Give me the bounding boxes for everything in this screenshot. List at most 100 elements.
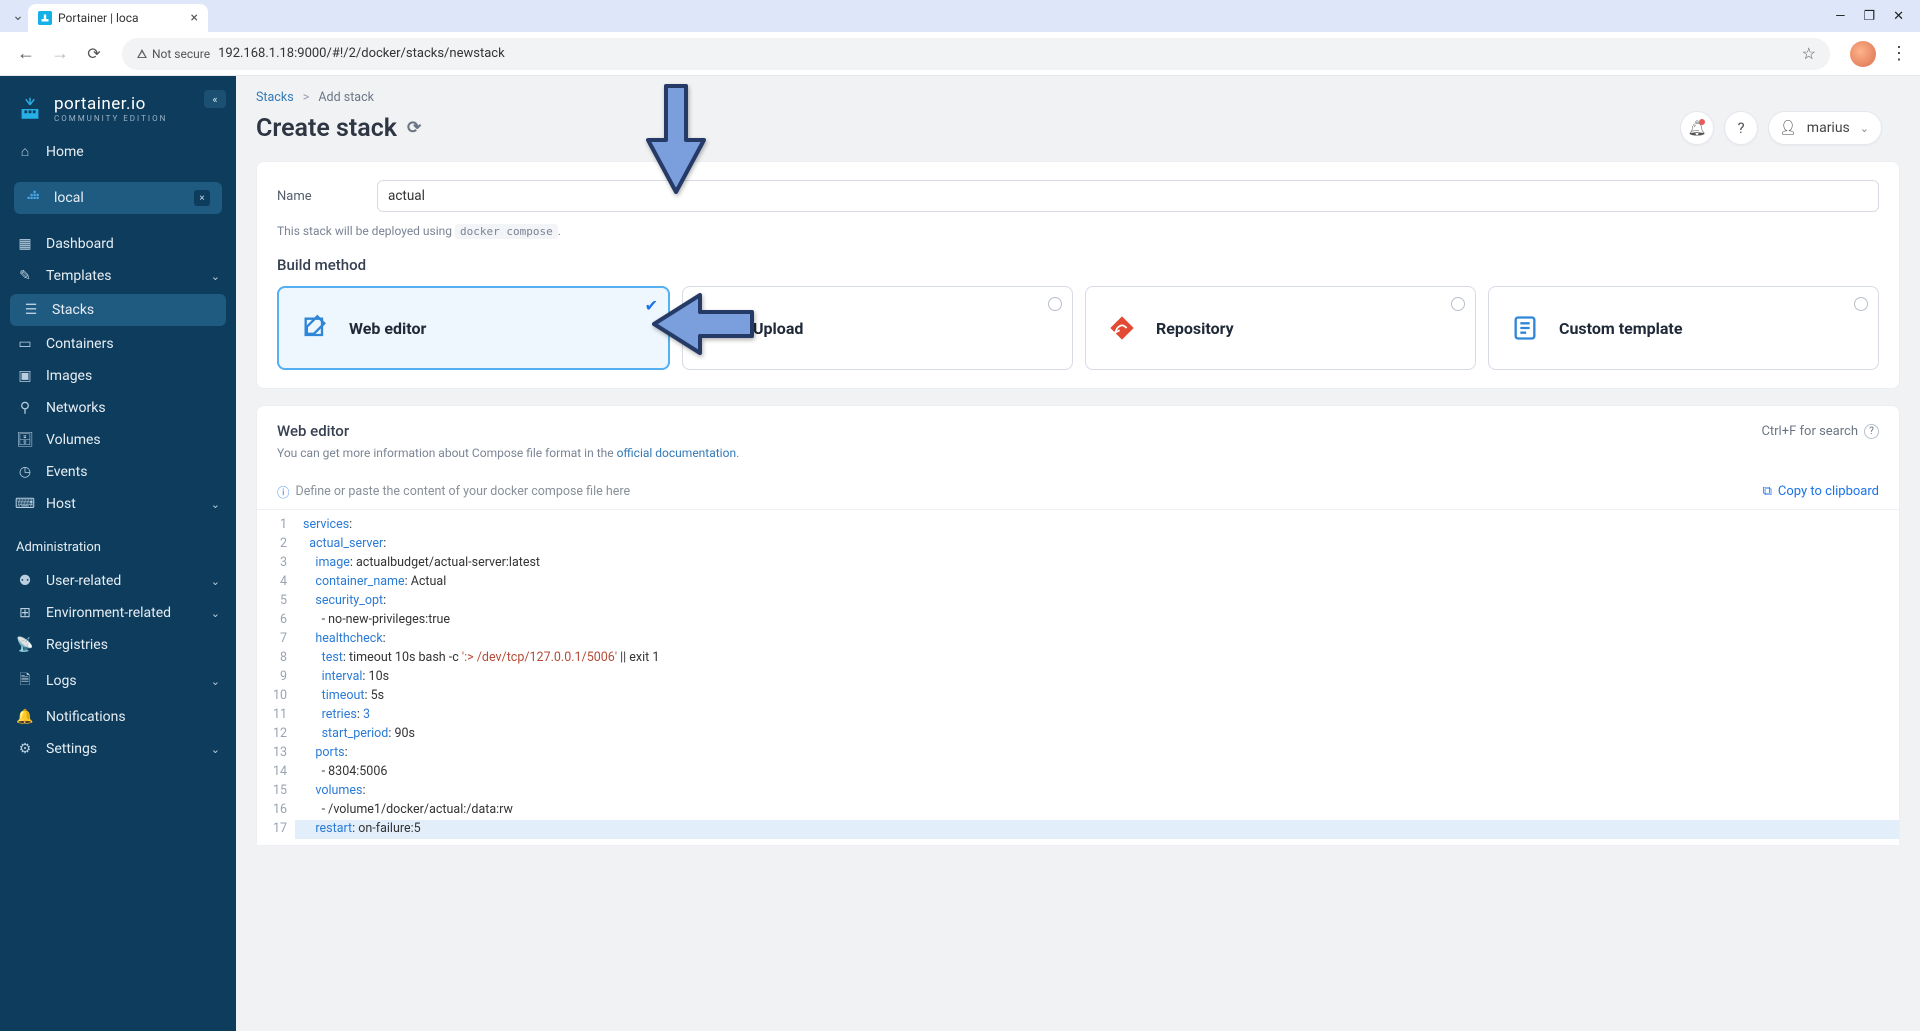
notifications-button[interactable]: 🔔︎ [1680,111,1714,145]
code-line[interactable]: security_opt: [295,592,1899,611]
security-indicator[interactable]: Not secure [136,47,210,61]
browser-menu-icon[interactable]: ⋮ [1890,43,1908,64]
sidebar-item-host[interactable]: ⌨ Host ⌄ [0,488,236,520]
sidebar-item-networks[interactable]: ⚲Networks [0,392,236,424]
sidebar-item-home[interactable]: ⌂ Home [0,135,236,168]
brand-edition: COMMUNITY EDITION [54,114,167,123]
sidebar-collapse-button[interactable]: « [204,90,226,108]
bookmark-icon[interactable]: ☆ [1802,44,1816,63]
address-bar[interactable]: Not secure 192.168.1.18:9000/#!/2/docker… [122,38,1830,70]
sidebar-item-volumes[interactable]: 🗄 Volumes [0,424,236,456]
reload-button[interactable]: ⟳ [80,40,108,68]
sidebar-admin-item-logs[interactable]: 🗎Logs⌄ [0,661,236,701]
radio-icon [1451,297,1465,311]
tab-list-dropdown[interactable]: ⌄ [8,8,28,24]
copy-to-clipboard-button[interactable]: ⧉ Copy to clipboard [1763,484,1879,499]
code-line[interactable]: timeout: 5s [295,687,1899,706]
chevron-down-icon: ⌄ [211,498,220,511]
sidebar-item-stacks[interactable]: ☰Stacks [10,294,226,326]
window-controls: — ❐ ✕ [1835,9,1912,24]
code-line[interactable]: retries: 3 [295,706,1899,725]
build-method-repository[interactable]: Repository [1085,286,1476,370]
sidebar-item-containers[interactable]: ▭Containers [0,328,236,360]
sidebar-logo[interactable]: portainer.io COMMUNITY EDITION [0,76,236,129]
help-icon[interactable]: ? [1864,424,1879,439]
sidebar-admin-item-environment-related[interactable]: ⊞Environment-related⌄ [0,597,236,629]
refresh-icon[interactable]: ⟳ [407,118,421,138]
sidebar-environment[interactable]: local × [14,182,222,214]
build-method-web-editor[interactable]: ✔Web editor [277,286,670,370]
docs-link[interactable]: official documentation [617,446,737,460]
forward-button[interactable]: → [46,40,74,68]
profile-avatar[interactable] [1850,41,1876,67]
help-icon: ? [1737,119,1744,137]
method-label: Repository [1156,319,1234,338]
sidebar-item-label: Registries [46,637,108,653]
chevron-down-icon: ⌄ [211,743,220,756]
sidebar-item-label: Containers [46,336,114,352]
sidebar-item-dashboard[interactable]: ▦Dashboard [0,228,236,260]
sidebar-admin-item-settings[interactable]: ⚙Settings⌄ [0,733,236,765]
code-line[interactable]: interval: 10s [295,668,1899,687]
close-tab-icon[interactable]: × [191,10,198,26]
sidebar-item-label: Settings [46,741,97,757]
code-line[interactable]: test: timeout 10s bash -c ':> /dev/tcp/1… [295,649,1899,668]
sidebar-item-label: Networks [46,400,106,416]
sidebar-item-events[interactable]: ◷Events [0,456,236,488]
host-icon: ⌨ [16,496,34,512]
code-line[interactable]: ports: [295,744,1899,763]
brand-name: portainer.io [54,94,167,114]
sidebar-admin-item-notifications[interactable]: 🔔Notifications [0,701,236,733]
method-label: Upload [753,319,803,338]
sidebar-item-templates[interactable]: ✎Templates⌄ [0,260,236,292]
sidebar-admin-item-user-related[interactable]: ⚉User-related⌄ [0,565,236,597]
sidebar-item-label: Volumes [46,432,101,448]
events-icon: ◷ [16,464,34,480]
browser-tab[interactable]: Portainer | loca × [28,4,208,32]
name-label: Name [277,189,377,204]
editor-search-hint: Ctrl+F for search ? [1761,424,1879,439]
maximize-button[interactable]: ❐ [1863,9,1875,24]
code-line[interactable]: - /volume1/docker/actual:/data:rw [295,801,1899,820]
code-line[interactable]: - 8304:5006 [295,763,1899,782]
code-line[interactable]: - no-new-privileges:true [295,611,1899,630]
volumes-icon: 🗄 [16,432,34,448]
breadcrumb: Stacks > Add stack [236,76,1920,109]
environment-close-icon[interactable]: × [194,190,210,206]
sidebar-item-label: Host [46,496,76,512]
user-menu[interactable]: 👤︎ marius ⌄ [1768,111,1882,145]
code-line[interactable]: start_period: 90s [295,725,1899,744]
breadcrumb-root[interactable]: Stacks [256,90,294,105]
custom-template-icon [1507,310,1543,346]
username: marius [1807,120,1850,136]
back-button[interactable]: ← [12,40,40,68]
web-editor-card: Web editor Ctrl+F for search ? You can g… [256,405,1900,846]
minimize-button[interactable]: — [1835,9,1845,24]
code-line[interactable]: image: actualbudget/actual-server:latest [295,554,1899,573]
sidebar-item-label: Templates [46,268,112,284]
sidebar-admin-item-registries[interactable]: 📡Registries [0,629,236,661]
editor-title: Web editor [277,422,349,440]
docker-icon [26,189,44,207]
code-line[interactable]: healthcheck: [295,630,1899,649]
images-icon: ▣ [16,368,34,384]
sidebar-item-images[interactable]: ▣Images [0,360,236,392]
annotation-arrow-left [648,287,758,365]
sidebar-item-label: Home [46,144,84,160]
stack-name-input[interactable] [377,180,1879,212]
sidebar: portainer.io COMMUNITY EDITION « ⌂ Home … [0,76,236,1031]
help-button[interactable]: ? [1724,111,1758,145]
code-line[interactable]: restart: on-failure:5 [295,820,1899,839]
code-line[interactable]: volumes: [295,782,1899,801]
build-method-custom-template[interactable]: Custom template [1488,286,1879,370]
chevron-down-icon: ⌄ [1860,122,1869,135]
code-line[interactable]: actual_server: [295,535,1899,554]
chevron-down-icon: ⌄ [211,270,220,283]
code-line[interactable]: services: [295,516,1899,535]
breadcrumb-leaf: Add stack [318,90,374,105]
code-editor[interactable]: 1234567891011121314151617 services: actu… [257,509,1899,845]
close-window-button[interactable]: ✕ [1893,9,1904,24]
web-editor-icon [297,310,333,346]
code-line[interactable]: container_name: Actual [295,573,1899,592]
browser-toolbar: ← → ⟳ Not secure 192.168.1.18:9000/#!/2/… [0,32,1920,76]
